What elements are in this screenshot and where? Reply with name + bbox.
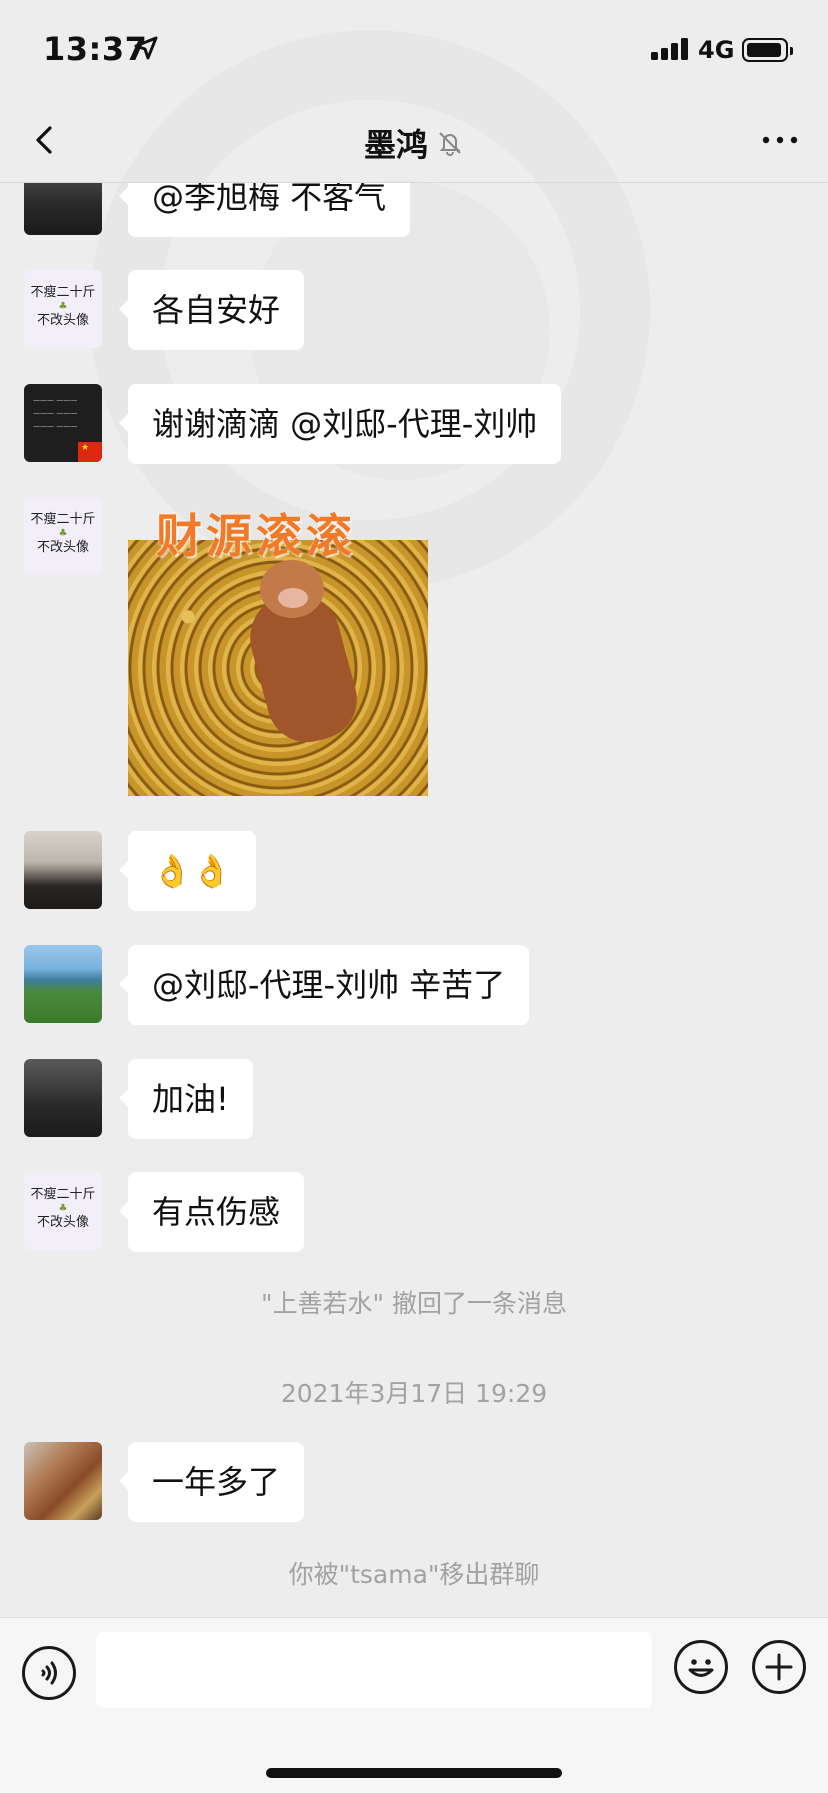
avatar-text: 不改头像 <box>36 1215 89 1230</box>
avatar-text: 不改头像 <box>36 313 89 328</box>
cellular-signal-icon <box>651 36 691 60</box>
more-icon[interactable] <box>760 130 800 150</box>
avatar-text: 不瘦二十斤 <box>30 285 96 300</box>
avatar[interactable]: 不瘦二十斤 ♣ 不改头像 <box>24 270 102 348</box>
sticker-caption: 财源滚滚 <box>156 509 356 563</box>
china-flag-icon <box>78 442 102 462</box>
chat-input-bar <box>0 1617 828 1793</box>
plus-icon[interactable] <box>752 1640 806 1694</box>
avatar[interactable]: 不瘦二十斤 ♣ 不改头像 <box>24 1172 102 1250</box>
avatar[interactable] <box>24 831 102 909</box>
message-bubble[interactable]: @刘邸-代理-刘帅 辛苦了 <box>118 945 530 1025</box>
message-item: 一年多了 <box>0 1442 828 1522</box>
bell-off-icon <box>439 132 461 156</box>
message-bubble[interactable]: @李旭梅 不客气 <box>118 183 411 237</box>
system-notice-recall: "上善若水" 撤回了一条消息 <box>261 1289 567 1318</box>
plant-icon: ♣ <box>58 301 68 312</box>
chat-header: 墨鸿 <box>0 100 828 183</box>
message-bubble[interactable]: 一年多了 <box>118 1442 305 1522</box>
system-notice-removed: 你被"tsama"移出群聊 <box>288 1560 540 1589</box>
avatar[interactable] <box>24 945 102 1023</box>
message-bubble[interactable]: 有点伤感 <box>118 1172 305 1252</box>
message-item: ——— —————— —————— ——— 谢谢滴滴 @刘邸-代理-刘帅 <box>0 384 828 464</box>
message-bubble[interactable]: 👌👌 <box>119 831 256 911</box>
avatar[interactable]: ——— ——— ——— ——— ——— ——— <box>24 384 102 462</box>
pig-head <box>260 560 324 618</box>
plant-icon: ♣ <box>58 528 68 539</box>
sticker-image[interactable]: 财源滚滚 <box>128 500 428 796</box>
message-item: @刘邸-代理-刘帅 辛苦了 <box>0 945 828 1025</box>
avatar-text: 不改头像 <box>36 540 89 555</box>
message-item: 不瘦二十斤 ♣ 不改头像 有点伤感 <box>0 1172 828 1252</box>
message-item: @李旭梅 不客气 <box>0 183 828 237</box>
avatar-text: 不瘦二十斤 <box>30 1187 96 1202</box>
message-item: 👌👌 <box>0 831 828 911</box>
message-list: @李旭梅 不客气 不瘦二十斤 ♣ 不改头像 各自安好 ——— ——— ——— ——… <box>0 183 828 1617</box>
plant-icon: ♣ <box>58 1203 68 1214</box>
battery-icon <box>742 38 793 62</box>
message-item: 加油! <box>0 1059 828 1139</box>
avatar-text: 不瘦二十斤 <box>30 512 96 527</box>
chat-title: 墨鸿 <box>0 120 828 166</box>
message-input[interactable] <box>96 1632 652 1708</box>
avatar[interactable]: 不瘦二十斤 ♣ 不改头像 <box>24 497 102 575</box>
location-arrow-icon <box>134 36 158 60</box>
message-bubble[interactable]: 各自安好 <box>118 270 305 350</box>
network-type: 4G <box>698 36 735 64</box>
chat-timestamp: 2021年3月17日 19:29 <box>280 1379 548 1408</box>
home-indicator[interactable] <box>266 1768 562 1778</box>
avatar[interactable] <box>24 1059 102 1137</box>
message-item: 不瘦二十斤 ♣ 不改头像 各自安好 <box>0 270 828 350</box>
status-bar: 13:37 4G <box>0 0 828 100</box>
message-bubble[interactable]: 加油! <box>119 1059 253 1139</box>
message-bubble[interactable]: 谢谢滴滴 @刘邸-代理-刘帅 <box>118 384 562 464</box>
avatar[interactable] <box>24 1442 102 1520</box>
group-name: 墨鸿 <box>363 126 428 164</box>
avatar[interactable] <box>24 183 102 235</box>
emoji-icon[interactable] <box>674 1640 728 1694</box>
voice-icon[interactable] <box>22 1646 76 1700</box>
